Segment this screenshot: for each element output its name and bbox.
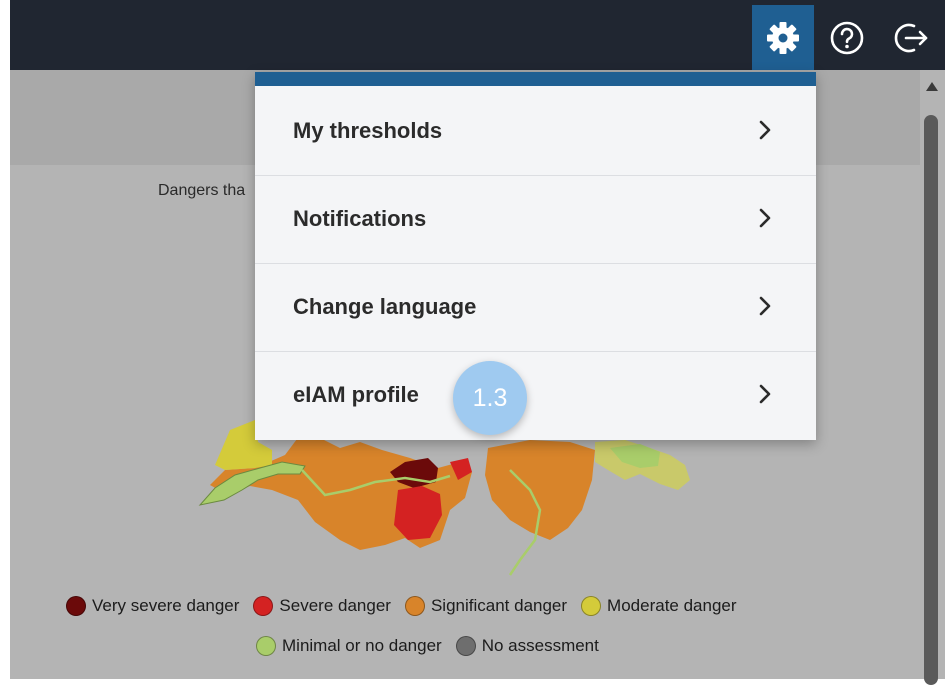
legend-dot-no-assessment	[455, 636, 476, 656]
legend-label: Severe danger	[279, 596, 391, 615]
legend-item-minimal: Minimal or no danger	[256, 636, 442, 656]
legend-dot-significant	[404, 596, 425, 616]
scroll-up-arrow-icon[interactable]	[926, 82, 938, 91]
scrollbar-thumb[interactable]	[924, 115, 938, 685]
top-bar	[10, 0, 945, 70]
scrollbar[interactable]	[920, 70, 945, 685]
help-circle-icon	[830, 21, 864, 54]
legend-label: No assessment	[481, 636, 599, 655]
logout-button[interactable]	[880, 5, 942, 70]
legend-row-2: Minimal or no danger No assessment	[256, 636, 613, 656]
legend-dot-severe	[253, 596, 274, 616]
step-badge: 1.3	[453, 361, 527, 435]
menu-item-label: Change language	[293, 294, 477, 319]
legend-dot-very-severe	[66, 596, 86, 616]
menu-item-eiam-profile[interactable]: eIAM profile	[255, 352, 816, 440]
legend-item-no-assessment: No assessment	[455, 636, 599, 656]
menu-item-label: My thresholds	[293, 118, 443, 143]
chevron-right-icon	[759, 384, 771, 404]
gear-icon	[767, 21, 799, 54]
menu-item-label: eIAM profile	[293, 382, 419, 407]
legend-row-1: Very severe danger Severe danger Signifi…	[66, 596, 751, 616]
menu-item-label: Notifications	[293, 206, 427, 231]
menu-item-change-language[interactable]: Change language	[255, 264, 816, 352]
menu-accent-bar	[255, 72, 816, 86]
menu-item-my-thresholds[interactable]: My thresholds	[255, 88, 816, 176]
map-region-east	[485, 440, 595, 540]
legend-dot-minimal	[256, 636, 276, 656]
legend-dot-moderate	[581, 596, 602, 616]
chevron-right-icon	[759, 208, 771, 228]
help-button[interactable]	[816, 5, 878, 70]
chevron-right-icon	[759, 120, 771, 140]
menu-item-notifications[interactable]: Notifications	[255, 176, 816, 264]
legend-label: Minimal or no danger	[282, 636, 442, 655]
legend-item-very-severe: Very severe danger	[66, 596, 239, 616]
settings-button[interactable]	[752, 5, 814, 70]
chevron-right-icon	[759, 296, 771, 316]
legend-item-significant: Significant danger	[404, 596, 568, 616]
legend-item-severe: Severe danger	[253, 596, 391, 616]
logout-icon	[894, 23, 928, 52]
legend-item-moderate: Moderate danger	[581, 596, 737, 616]
settings-menu: My thresholds Notifications Change langu…	[255, 72, 816, 440]
legend-label: Very severe danger	[92, 596, 240, 615]
legend-label: Moderate danger	[607, 596, 737, 615]
legend-label: Significant danger	[430, 596, 568, 615]
